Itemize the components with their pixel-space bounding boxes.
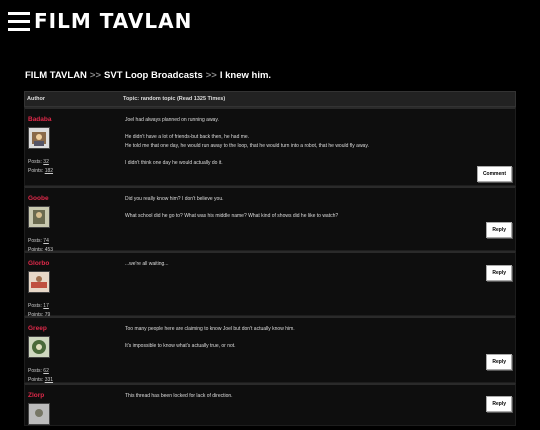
post-author: Goobe Posts: 74 Points: 453 xyxy=(28,195,120,254)
points-label: Points: xyxy=(28,167,44,174)
post-body: This thread has been locked for lack of … xyxy=(125,392,511,409)
posts-label: Posts: xyxy=(28,159,42,165)
post: Goobe Posts: 74 Points: 453 Did you real… xyxy=(24,186,516,254)
top-bar: FILM TAVLAN xyxy=(0,0,540,46)
post-line: This thread has been locked for lack of … xyxy=(125,393,233,399)
breadcrumb-home[interactable]: FILM TAVLAN xyxy=(25,70,87,81)
username[interactable]: Glorbo xyxy=(28,260,120,267)
post-line: It's impossible to know what's actually … xyxy=(125,343,236,349)
post-line: He didn't have a lot of friends-but back… xyxy=(125,134,250,140)
comment-button[interactable]: Comment xyxy=(476,166,512,182)
posts-count[interactable]: 62 xyxy=(43,368,49,374)
posts-label: Posts: xyxy=(28,303,42,309)
username[interactable]: Zlorp xyxy=(28,392,120,399)
avatar[interactable] xyxy=(28,206,50,228)
avatar[interactable] xyxy=(28,271,50,293)
post-author: Greep Posts: 62 Points: 331 xyxy=(28,325,120,384)
user-stats: Posts: 32 Points: 182 xyxy=(28,158,120,175)
post: Greep Posts: 62 Points: 331 Too many peo… xyxy=(24,316,516,383)
post-body: Did you really know him? I don't believe… xyxy=(125,195,511,229)
reply-button[interactable]: Reply xyxy=(486,265,512,281)
breadcrumb: FILM TAVLAN >> SVT Loop Broadcasts >> I knew… xyxy=(25,70,271,81)
breadcrumb-board[interactable]: SVT Loop Broadcasts xyxy=(104,70,203,81)
post-line: ...we're all waiting... xyxy=(125,261,169,267)
breadcrumb-separator: >> xyxy=(205,70,217,81)
avatar[interactable] xyxy=(28,403,50,425)
post-body: Joel had always planned on running away.… xyxy=(125,116,511,176)
username[interactable]: Greep xyxy=(28,325,120,332)
post-line: Did you really know him? I don't believe… xyxy=(125,196,224,202)
post: Glorbo Posts: 17 Points: 79 ...we're all… xyxy=(24,251,516,319)
avatar[interactable] xyxy=(28,127,50,149)
posts-count[interactable]: 17 xyxy=(43,303,49,309)
author-column-header: Author xyxy=(27,96,46,102)
post-line: Joel had always planned on running away. xyxy=(125,117,219,123)
post-body: ...we're all waiting... xyxy=(125,260,511,277)
post-line: What school did he go to? What was his m… xyxy=(125,213,339,219)
breadcrumb-topic[interactable]: I knew him. xyxy=(220,70,271,81)
post: Badaba Posts: 32 Points: 182 Joel had al… xyxy=(24,107,516,186)
hamburger-menu-icon[interactable] xyxy=(8,12,30,32)
topic-column-header: Topic: random topic (Read 1325 Times) xyxy=(123,96,226,102)
posts-label: Posts: xyxy=(28,368,42,374)
reply-button[interactable]: Reply xyxy=(486,222,512,238)
post-author: Zlorp xyxy=(28,392,120,430)
breadcrumb-separator: >> xyxy=(89,70,102,81)
username[interactable]: Goobe xyxy=(28,195,120,202)
points-count[interactable]: 182 xyxy=(45,168,53,174)
avatar[interactable] xyxy=(28,336,50,358)
post-body: Too many people here are claiming to kno… xyxy=(125,325,511,359)
post-line: I didn't think one day he would actually… xyxy=(125,159,223,166)
reply-button[interactable]: Reply xyxy=(486,396,512,412)
post-author: Glorbo Posts: 17 Points: 79 xyxy=(28,260,120,319)
post-author: Badaba Posts: 32 Points: 182 xyxy=(28,116,120,175)
posts-count[interactable]: 74 xyxy=(43,238,49,244)
reply-button[interactable]: Reply xyxy=(486,354,512,370)
post-line: Too many people here are claiming to kno… xyxy=(125,326,295,332)
user-stats: Posts: 62 Points: 331 xyxy=(28,367,120,384)
post-line: He told me that one day, he would run aw… xyxy=(125,142,369,149)
site-logo[interactable]: FILM TAVLAN xyxy=(34,8,192,34)
username[interactable]: Badaba xyxy=(28,116,120,123)
table-header: Author Topic: random topic (Read 1325 Ti… xyxy=(24,91,516,107)
topic-board: Author Topic: random topic (Read 1325 Ti… xyxy=(24,91,516,426)
posts-label: Posts: xyxy=(28,238,42,244)
points-label: Points: xyxy=(28,376,44,383)
points-count[interactable]: 331 xyxy=(45,377,53,383)
posts-count[interactable]: 32 xyxy=(43,159,49,165)
